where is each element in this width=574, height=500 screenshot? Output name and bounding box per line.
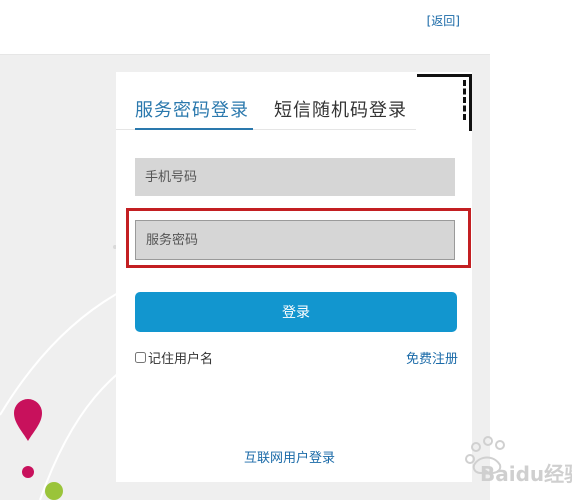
green-dot bbox=[45, 482, 63, 500]
service-password-input[interactable] bbox=[135, 220, 455, 260]
register-link[interactable]: 免费注册 bbox=[406, 348, 458, 367]
tab-sms-code[interactable]: 短信随机码登录 bbox=[274, 96, 407, 122]
watermark-text: Baidu经验 bbox=[480, 462, 572, 486]
login-panel: 服务密码登录 短信随机码登录 登录 记住用户名 免费注册 互联网用户登录 bbox=[116, 72, 472, 482]
pin-dot bbox=[22, 466, 34, 478]
internet-user-login-link[interactable]: 互联网用户登录 bbox=[244, 447, 335, 466]
qr-code-icon[interactable] bbox=[416, 72, 472, 131]
back-link[interactable]: [返回] bbox=[427, 12, 460, 29]
top-bar: [返回] bbox=[0, 0, 490, 55]
remember-username[interactable]: 记住用户名 bbox=[135, 348, 213, 367]
phone-number-input[interactable] bbox=[135, 158, 455, 196]
right-margin bbox=[490, 0, 574, 500]
remember-label: 记住用户名 bbox=[148, 352, 214, 367]
remember-checkbox[interactable] bbox=[135, 352, 146, 363]
qr-dots bbox=[453, 80, 466, 120]
active-tab-indicator bbox=[135, 128, 253, 130]
baidu-jingyan-watermark: Baidu经验 bbox=[465, 436, 572, 486]
tab-service-password[interactable]: 服务密码登录 bbox=[135, 96, 249, 122]
map-pin-icon bbox=[14, 399, 42, 441]
login-button[interactable]: 登录 bbox=[135, 292, 457, 332]
